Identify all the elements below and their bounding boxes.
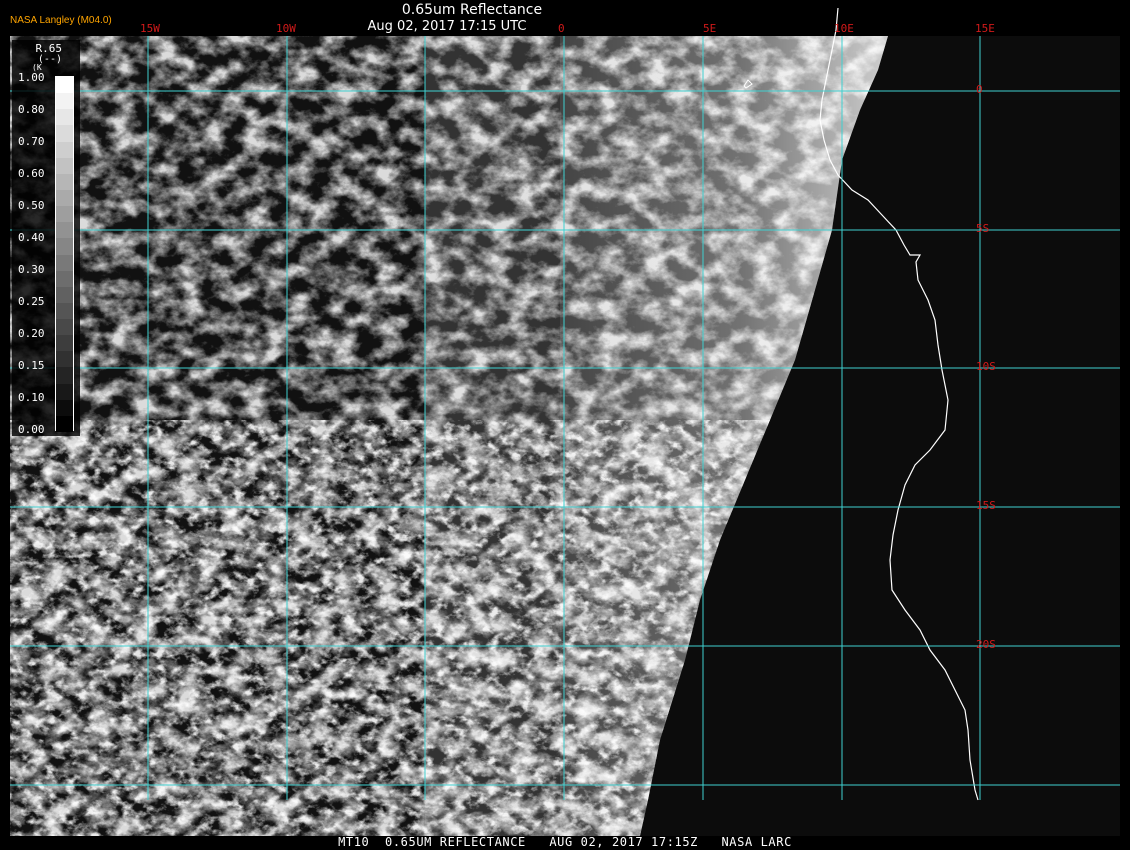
latitude-label: 20S bbox=[976, 638, 996, 651]
legend-color-step bbox=[56, 93, 73, 110]
legend-color-step bbox=[56, 270, 73, 288]
legend-tick-label: 1.00 bbox=[18, 71, 45, 84]
legend-tick-label: 0.10 bbox=[18, 391, 45, 404]
legend-color-step bbox=[56, 238, 73, 255]
page-title: 0.65um Reflectance bbox=[401, 2, 543, 18]
legend-color-step bbox=[56, 399, 73, 417]
legend-tick-label: 0.70 bbox=[18, 135, 45, 148]
legend-tick-label: 0.20 bbox=[18, 327, 45, 340]
legend-color-step bbox=[56, 173, 73, 191]
longitude-label: 15E bbox=[975, 22, 995, 35]
legend-color-step bbox=[56, 125, 73, 143]
longitude-label: 15W bbox=[140, 22, 160, 35]
color-legend: R.65 (--) (K 1.00 0.80 0.70 0.60 0.50 0.40 0.3… bbox=[12, 40, 80, 436]
legend-colorbar bbox=[55, 76, 74, 433]
longitude-label: 5E bbox=[703, 22, 717, 35]
legend-color-step bbox=[56, 302, 73, 320]
longitude-label: 10E bbox=[834, 22, 854, 35]
longitude-label: 10W bbox=[276, 22, 296, 35]
legend-color-step bbox=[56, 254, 73, 272]
satellite-reflectance-map bbox=[0, 0, 1130, 850]
legend-color-step bbox=[56, 206, 73, 223]
legend-tick-label: 0.00 bbox=[18, 423, 45, 436]
legend-color-step bbox=[56, 415, 73, 433]
longitude-label: 0 bbox=[558, 22, 565, 35]
legend-color-step bbox=[56, 335, 73, 352]
latitude-label: 5S bbox=[976, 222, 990, 235]
latitude-label: 10S bbox=[976, 360, 996, 373]
legend-color-step bbox=[56, 222, 73, 239]
legend-color-step bbox=[56, 141, 73, 159]
legend-tick-label: 0.30 bbox=[18, 263, 45, 276]
legend-tick-label: 0.50 bbox=[18, 199, 45, 212]
legend-color-step bbox=[56, 351, 73, 368]
legend-tick-label: 0.15 bbox=[18, 359, 45, 372]
legend-color-step bbox=[56, 383, 73, 401]
legend-tick-label: 0.80 bbox=[18, 103, 45, 116]
legend-color-step bbox=[56, 77, 73, 94]
timestamp: Aug 02, 2017 17:15 UTC bbox=[367, 19, 527, 34]
latitude-label: 0 bbox=[976, 83, 983, 96]
footer-caption: MT10 0.65UM REFLECTANCE AUG 02, 2017 17:… bbox=[338, 835, 792, 849]
legend-color-step bbox=[56, 109, 73, 126]
legend-color-step bbox=[56, 157, 73, 175]
legend-tick-label: 0.40 bbox=[18, 231, 45, 244]
legend-color-step bbox=[56, 367, 73, 385]
legend-color-step bbox=[56, 189, 73, 207]
latitude-label: 15S bbox=[976, 499, 996, 512]
legend-tick-label: 0.25 bbox=[18, 295, 45, 308]
legend-tick-label: 0.60 bbox=[18, 167, 45, 180]
legend-title: R.65 bbox=[35, 42, 63, 55]
legend-color-step bbox=[56, 319, 73, 336]
legend-color-step bbox=[56, 286, 73, 304]
org-label: NASA Langley (M04.0) bbox=[10, 15, 112, 26]
